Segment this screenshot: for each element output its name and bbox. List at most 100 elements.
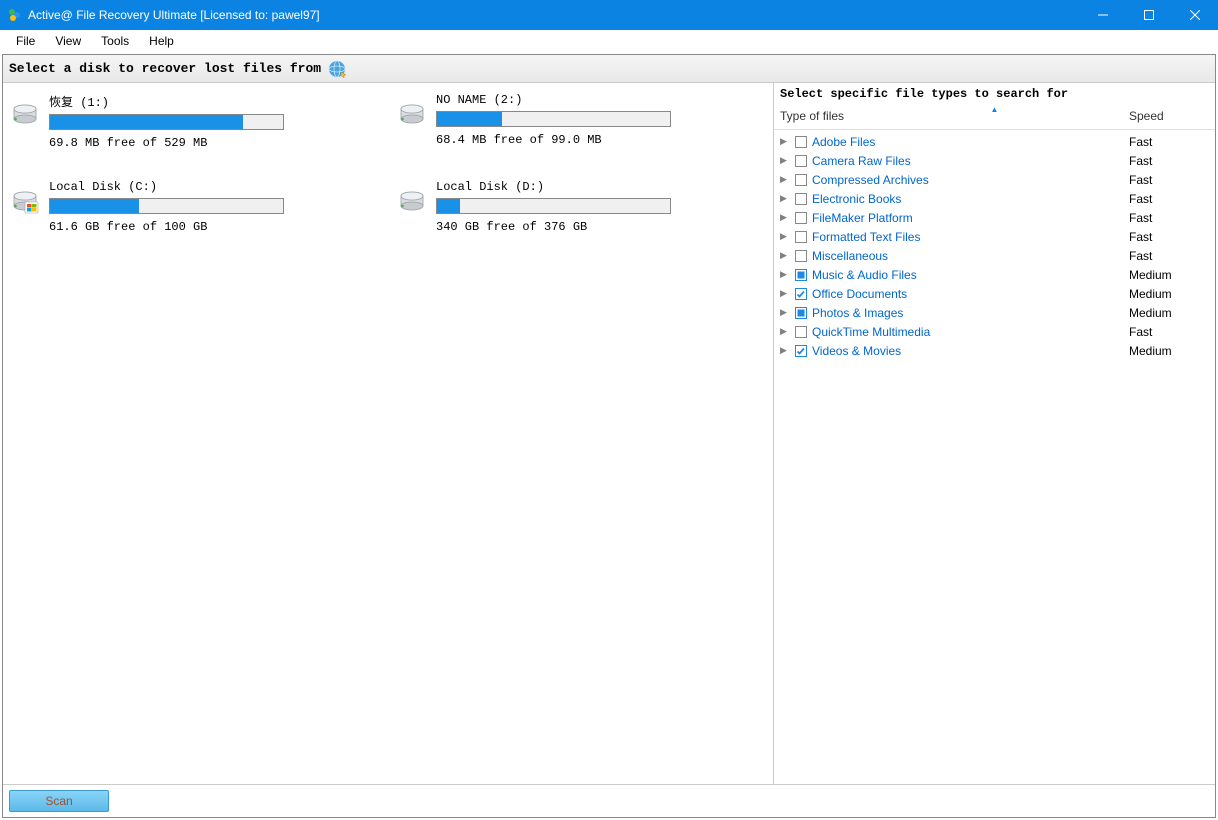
filetype-speed: Fast [1129,230,1209,244]
filetype-row[interactable]: ▶ Videos & Movies Medium [780,341,1209,360]
filetype-checkbox[interactable] [794,174,808,186]
disk-usage-bar [49,198,284,214]
filetypes-heading: Select specific file types to search for [774,83,1215,105]
filetype-checkbox[interactable] [794,193,808,205]
expand-icon[interactable]: ▶ [780,212,794,223]
disk-name: Local Disk (C:) [49,180,378,194]
filetype-checkbox[interactable] [794,288,808,300]
filetype-label: Videos & Movies [812,344,1129,358]
globe-icon [327,59,347,79]
expand-icon[interactable]: ▶ [780,193,794,204]
filetype-row[interactable]: ▶ FileMaker Platform Fast [780,208,1209,227]
filetype-label: Electronic Books [812,192,1129,206]
filetype-row[interactable]: ▶ Photos & Images Medium [780,303,1209,322]
expand-icon[interactable]: ▶ [780,307,794,318]
disk-free-text: 69.8 MB free of 529 MB [49,136,378,150]
disk-item[interactable]: Local Disk (C:) 61.6 GB free of 100 GB [11,180,378,234]
filetype-speed: Medium [1129,306,1209,320]
disk-icon [11,93,39,150]
filetype-row[interactable]: ▶ Music & Audio Files Medium [780,265,1209,284]
disk-usage-bar [436,111,671,127]
instruction-header: Select a disk to recover lost files from [3,55,1215,83]
filetype-speed: Fast [1129,154,1209,168]
instruction-text: Select a disk to recover lost files from [9,61,321,76]
filetype-checkbox[interactable] [794,269,808,281]
disk-item[interactable]: NO NAME (2:) 68.4 MB free of 99.0 MB [398,93,765,150]
filetype-label: QuickTime Multimedia [812,325,1129,339]
filetype-checkbox[interactable] [794,345,808,357]
menu-file[interactable]: File [6,34,45,48]
expand-icon[interactable]: ▶ [780,288,794,299]
window-title: Active@ File Recovery Ultimate [Licensed… [28,8,1080,22]
filetype-checkbox[interactable] [794,231,808,243]
disk-usage-fill [437,112,502,126]
filetype-label: Music & Audio Files [812,268,1129,282]
expand-icon[interactable]: ▶ [780,231,794,242]
filetype-speed: Fast [1129,249,1209,263]
disk-icon [11,180,39,234]
minimize-button[interactable] [1080,0,1126,30]
filetype-speed: Medium [1129,287,1209,301]
filetype-speed: Fast [1129,211,1209,225]
filetype-checkbox[interactable] [794,326,808,338]
filetype-row[interactable]: ▶ QuickTime Multimedia Fast [780,322,1209,341]
filetype-row[interactable]: ▶ Formatted Text Files Fast [780,227,1209,246]
menu-tools[interactable]: Tools [91,34,139,48]
filetype-label: Compressed Archives [812,173,1129,187]
expand-icon[interactable]: ▶ [780,136,794,147]
disk-usage-fill [437,199,460,213]
filetype-label: FileMaker Platform [812,211,1129,225]
disk-item[interactable]: Local Disk (D:) 340 GB free of 376 GB [398,180,765,234]
expand-icon[interactable]: ▶ [780,174,794,185]
menu-view[interactable]: View [45,34,91,48]
expand-icon[interactable]: ▶ [780,345,794,356]
app-icon [8,8,22,22]
disk-free-text: 61.6 GB free of 100 GB [49,220,378,234]
filetype-row[interactable]: ▶ Camera Raw Files Fast [780,151,1209,170]
sort-arrow-icon: ▲ [991,105,999,114]
window-controls [1080,0,1218,30]
menu-help[interactable]: Help [139,34,184,48]
column-speed[interactable]: Speed [1129,109,1209,123]
close-button[interactable] [1172,0,1218,30]
filetype-label: Formatted Text Files [812,230,1129,244]
maximize-button[interactable] [1126,0,1172,30]
main-content: Select a disk to recover lost files from… [2,54,1216,818]
filetype-speed: Medium [1129,268,1209,282]
column-type[interactable]: Type of files [780,109,1129,123]
filetypes-pane: Select specific file types to search for… [773,83,1215,784]
scan-button[interactable]: Scan [9,790,109,812]
filetype-row[interactable]: ▶ Office Documents Medium [780,284,1209,303]
expand-icon[interactable]: ▶ [780,155,794,166]
expand-icon[interactable]: ▶ [780,326,794,337]
filetype-label: Camera Raw Files [812,154,1129,168]
filetype-row[interactable]: ▶ Compressed Archives Fast [780,170,1209,189]
filetype-row[interactable]: ▶ Adobe Files Fast [780,132,1209,151]
disk-name: NO NAME (2:) [436,93,765,107]
filetype-speed: Fast [1129,325,1209,339]
disk-name: Local Disk (D:) [436,180,765,194]
filetype-speed: Fast [1129,173,1209,187]
filetype-speed: Fast [1129,192,1209,206]
filetype-row[interactable]: ▶ Miscellaneous Fast [780,246,1209,265]
disk-icon [398,93,426,150]
disk-icon [398,180,426,234]
filetype-speed: Fast [1129,135,1209,149]
disk-usage-bar [49,114,284,130]
expand-icon[interactable]: ▶ [780,269,794,280]
disks-pane: 恢复 (1:) 69.8 MB free of 529 MB NO NAME (… [3,83,773,784]
filetype-label: Adobe Files [812,135,1129,149]
titlebar: Active@ File Recovery Ultimate [Licensed… [0,0,1218,30]
menubar: File View Tools Help [0,30,1218,52]
filetype-checkbox[interactable] [794,136,808,148]
filetype-row[interactable]: ▶ Electronic Books Fast [780,189,1209,208]
filetype-checkbox[interactable] [794,250,808,262]
disk-item[interactable]: 恢复 (1:) 69.8 MB free of 529 MB [11,93,378,150]
disk-usage-fill [50,115,243,129]
disk-free-text: 340 GB free of 376 GB [436,220,765,234]
filetype-checkbox[interactable] [794,155,808,167]
expand-icon[interactable]: ▶ [780,250,794,261]
filetypes-columns-header[interactable]: Type of files ▲ Speed [774,105,1215,130]
filetype-checkbox[interactable] [794,307,808,319]
filetype-checkbox[interactable] [794,212,808,224]
